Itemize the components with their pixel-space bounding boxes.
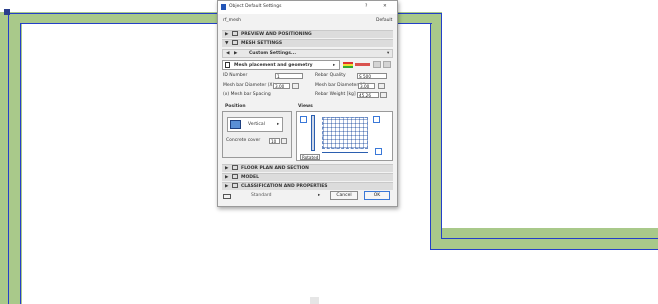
view-button-left[interactable]: [300, 116, 307, 123]
section-preview[interactable]: ▶ PREVIEW AND POSITIONING: [222, 30, 393, 38]
wall-edge-lower: [430, 249, 658, 250]
room-interior-right: [442, 24, 658, 228]
view-button-bottom-right[interactable]: [375, 148, 382, 155]
custom-settings-bar[interactable]: ◀ ▶ Custom Settings... ▾: [222, 49, 393, 58]
mesh-preview-grid: [322, 117, 368, 149]
default-label[interactable]: Default: [376, 18, 392, 24]
next-arrow-icon[interactable]: ▶: [234, 51, 237, 57]
section-label: CLASSIFICATION AND PROPERTIES: [241, 184, 328, 189]
close-button[interactable]: ✕: [383, 4, 387, 10]
vertical-position-icon: [230, 120, 241, 129]
wall-edge-upper: [441, 238, 658, 239]
dialog-titlebar: Object Default Settings ? ✕: [218, 1, 397, 14]
wall-edge-inner-vertical: [430, 23, 431, 249]
toggle-button-b[interactable]: [383, 61, 391, 68]
prev-arrow-icon[interactable]: ◀: [226, 51, 229, 57]
subpanel-selector[interactable]: Mesh placement and geometry ▸: [222, 60, 340, 70]
wall-edge-vertical: [441, 13, 442, 239]
model-icon: [232, 174, 238, 179]
subpanel-icon: [225, 62, 230, 68]
diameter-y-dropdown-icon[interactable]: [378, 83, 385, 89]
wall-edge-outer-left: [8, 13, 9, 304]
color-strip-icon: [343, 62, 353, 68]
mesh-icon: [232, 40, 238, 45]
wall-right-horizontal: [430, 228, 658, 250]
diameter-x-dropdown-icon[interactable]: [292, 83, 299, 89]
view-bottom-line: [322, 152, 368, 153]
floor-plan-icon: [232, 165, 238, 170]
collapse-arrow-icon: ▼: [225, 41, 229, 46]
id-number-label: ID Number: [223, 73, 248, 78]
mesh-bar-diameter-x-label: Mesh bar Diameter (X): [223, 83, 275, 88]
position-selector[interactable]: Vertical ▸: [227, 117, 283, 132]
section-label: FLOOR PLAN AND SECTION: [241, 166, 309, 171]
expand-arrow-icon: ▶: [225, 175, 229, 180]
expand-arrow-icon: ▶: [225, 166, 229, 171]
layer-value[interactable]: Standard: [251, 193, 271, 199]
cancel-button[interactable]: Cancel: [330, 191, 358, 200]
preview-icon: [232, 31, 238, 36]
section-floor-plan[interactable]: ▶ FLOOR PLAN AND SECTION: [222, 164, 393, 172]
wall-left: [0, 12, 22, 304]
mesh-bar-diameter-x-input[interactable]: 3,00: [273, 83, 290, 89]
expand-arrow-icon: ▶: [225, 184, 229, 189]
view-button-right[interactable]: [373, 116, 380, 123]
layer-icon: [223, 194, 231, 199]
help-button[interactable]: ?: [365, 4, 367, 10]
ok-button[interactable]: OK: [364, 191, 390, 200]
rebar-weight-label: Rebar Weight [kg]: [315, 92, 356, 97]
section-label: MESH SETTINGS: [241, 41, 283, 46]
dropdown-arrow-icon[interactable]: ▾: [387, 51, 389, 57]
position-heading: Position: [225, 104, 246, 109]
views-selector[interactable]: Rotated: [300, 154, 320, 160]
section-model[interactable]: ▶ MODEL: [222, 173, 393, 181]
toggle-button-a[interactable]: [373, 61, 381, 68]
dialog-title: Object Default Settings: [229, 4, 282, 9]
weight-dropdown-icon[interactable]: [380, 92, 387, 98]
expand-arrow-icon: ▶: [225, 32, 229, 37]
corner-marker: [4, 9, 10, 15]
cover-dropdown-icon[interactable]: [281, 138, 287, 144]
app-icon: [221, 4, 226, 10]
position-selector-label: Vertical: [248, 122, 265, 127]
mesh-bar-spacing-label: (x) Mesh bar Spacing: [223, 92, 271, 97]
handle-marker: [310, 297, 319, 304]
position-panel: Vertical ▸ Concrete cover 10: [222, 111, 292, 158]
views-heading: Views: [298, 104, 313, 109]
section-classification[interactable]: ▶ CLASSIFICATION AND PROPERTIES: [222, 182, 393, 190]
custom-settings-label: Custom Settings...: [249, 51, 297, 56]
concrete-cover-input[interactable]: 10: [269, 138, 280, 144]
layer-arrow-icon[interactable]: ▸: [318, 193, 320, 199]
wall-edge-left: [20, 23, 21, 304]
concrete-cover-label: Concrete cover: [226, 138, 261, 143]
rebar-quality-label: Rebar Quality: [315, 73, 346, 78]
rebar-weight-input: 45,26: [357, 92, 379, 98]
id-number-input[interactable]: 1: [275, 73, 303, 79]
classification-icon: [232, 183, 238, 188]
object-name: rf_mesh: [223, 18, 242, 23]
section-mesh-settings[interactable]: ▼ MESH SETTINGS: [222, 39, 393, 47]
section-label: PREVIEW AND POSITIONING: [241, 32, 312, 37]
views-panel: Rotated: [296, 111, 393, 161]
subpanel-arrow-icon: ▸: [333, 63, 336, 68]
object-default-settings-dialog: Object Default Settings ? ✕ rf_mesh Defa…: [217, 0, 398, 207]
mesh-view-bar: [311, 115, 315, 151]
position-arrow-icon: ▸: [277, 122, 280, 127]
subpanel-label: Mesh placement and geometry: [234, 63, 313, 68]
rebar-quality-input[interactable]: S 500: [357, 73, 387, 79]
section-label: MODEL: [241, 175, 259, 180]
mesh-bar-diameter-y-input[interactable]: 3,00: [358, 83, 375, 89]
info-link-icon[interactable]: [355, 63, 370, 66]
